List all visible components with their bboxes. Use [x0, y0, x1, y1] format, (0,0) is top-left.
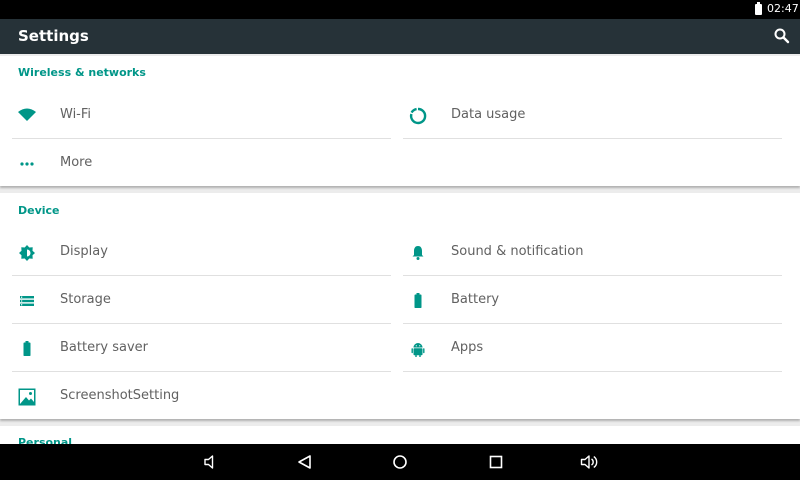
- search-icon[interactable]: [773, 27, 791, 45]
- section-wireless-networks: Wireless & networks Wi-Fi Data usage Mor…: [0, 56, 800, 186]
- divider: [403, 138, 782, 139]
- setting-item-label: Battery saver: [60, 340, 149, 355]
- setting-item-label: Data usage: [451, 107, 526, 122]
- setting-item-battery[interactable]: Battery: [403, 276, 782, 324]
- setting-item-apps[interactable]: Apps: [403, 324, 782, 372]
- back-icon[interactable]: [295, 453, 315, 471]
- battery-saver-icon: [17, 339, 37, 359]
- setting-item-display[interactable]: Display: [12, 228, 391, 276]
- section-personal: Personal: [0, 426, 800, 444]
- storage-icon: [17, 291, 37, 311]
- app-bar: Settings: [0, 19, 800, 54]
- setting-item-storage[interactable]: Storage: [12, 276, 391, 324]
- section-title: Device: [18, 204, 60, 217]
- data-usage-icon: [408, 106, 428, 126]
- setting-item-data-usage[interactable]: Data usage: [403, 91, 782, 139]
- display-icon: [17, 243, 37, 263]
- setting-item-wifi[interactable]: Wi-Fi: [12, 91, 391, 139]
- divider: [403, 371, 782, 372]
- recents-icon[interactable]: [486, 453, 506, 471]
- setting-item-label: ScreenshotSetting: [60, 388, 180, 403]
- status-bar: 02:47: [0, 0, 800, 19]
- setting-item-sound-notification[interactable]: Sound & notification: [403, 228, 782, 276]
- navigation-bar: [0, 444, 800, 480]
- setting-item-label: Wi-Fi: [60, 107, 92, 122]
- page-title: Settings: [18, 27, 89, 45]
- section-title: Personal: [18, 436, 73, 444]
- android-icon: [408, 339, 428, 359]
- settings-screen: 02:47 Settings Wireless & networks Wi-Fi: [0, 0, 800, 480]
- screenshot-icon: [17, 387, 37, 407]
- wifi-icon: [17, 106, 37, 126]
- setting-item-label: Battery: [451, 292, 500, 307]
- setting-item-label: Storage: [60, 292, 111, 307]
- setting-item-label: More: [60, 155, 93, 170]
- settings-list[interactable]: Wireless & networks Wi-Fi Data usage Mor…: [0, 54, 800, 444]
- setting-item-screenshot-setting[interactable]: ScreenshotSetting: [12, 372, 391, 420]
- home-icon[interactable]: [390, 453, 410, 471]
- setting-item-label: Apps: [451, 340, 484, 355]
- setting-item-label: Sound & notification: [451, 244, 584, 259]
- section-device: Device Display Sound & notification Stor…: [0, 193, 800, 419]
- volume-up-icon[interactable]: [579, 453, 599, 471]
- battery-icon: [755, 2, 762, 15]
- bell-icon: [408, 243, 428, 263]
- volume-down-icon[interactable]: [201, 453, 221, 471]
- battery-icon: [408, 291, 428, 311]
- setting-item-battery-saver[interactable]: Battery saver: [12, 324, 391, 372]
- setting-item-more[interactable]: More: [12, 139, 391, 187]
- section-title: Wireless & networks: [18, 66, 146, 79]
- status-time: 02:47: [767, 2, 799, 15]
- setting-item-label: Display: [60, 244, 108, 259]
- more-icon: [17, 154, 37, 174]
